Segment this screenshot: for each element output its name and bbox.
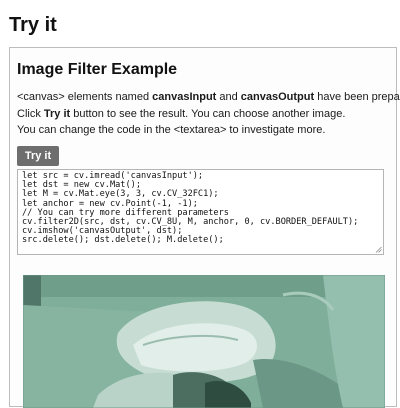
desc-text: button to see the result. You can choose…	[70, 108, 346, 120]
try-it-mention: Try it	[43, 108, 71, 120]
resize-grip-icon[interactable]	[375, 246, 382, 253]
canvas-output-name: canvasOutput	[240, 91, 315, 103]
page-heading: Try it	[9, 14, 57, 36]
desc-text: You can change the code in the <textarea…	[17, 124, 326, 136]
desc-text: <canvas> elements named	[17, 91, 153, 103]
example-panel: Image Filter Example <canvas> elements n…	[9, 47, 400, 408]
description-line-1: <canvas> elements named canvasInput and …	[17, 91, 400, 103]
canvas-output	[23, 275, 385, 408]
canvas-input-name: canvasInput	[152, 91, 217, 103]
desc-text: Click	[17, 108, 44, 120]
panel-title: Image Filter Example	[17, 61, 178, 78]
code-line: src.delete(); dst.delete(); M.delete();	[22, 235, 224, 246]
desc-text: have been prepared.	[317, 91, 400, 103]
code-textarea[interactable]: let src = cv.imread('canvasInput'); let …	[17, 169, 384, 255]
filtered-image	[23, 275, 385, 408]
desc-text: and	[216, 91, 241, 103]
description-line-2: Click Try it button to see the result. Y…	[17, 108, 345, 120]
try-it-button[interactable]: Try it	[17, 146, 59, 166]
description-line-3: You can change the code in the <textarea…	[17, 124, 325, 136]
